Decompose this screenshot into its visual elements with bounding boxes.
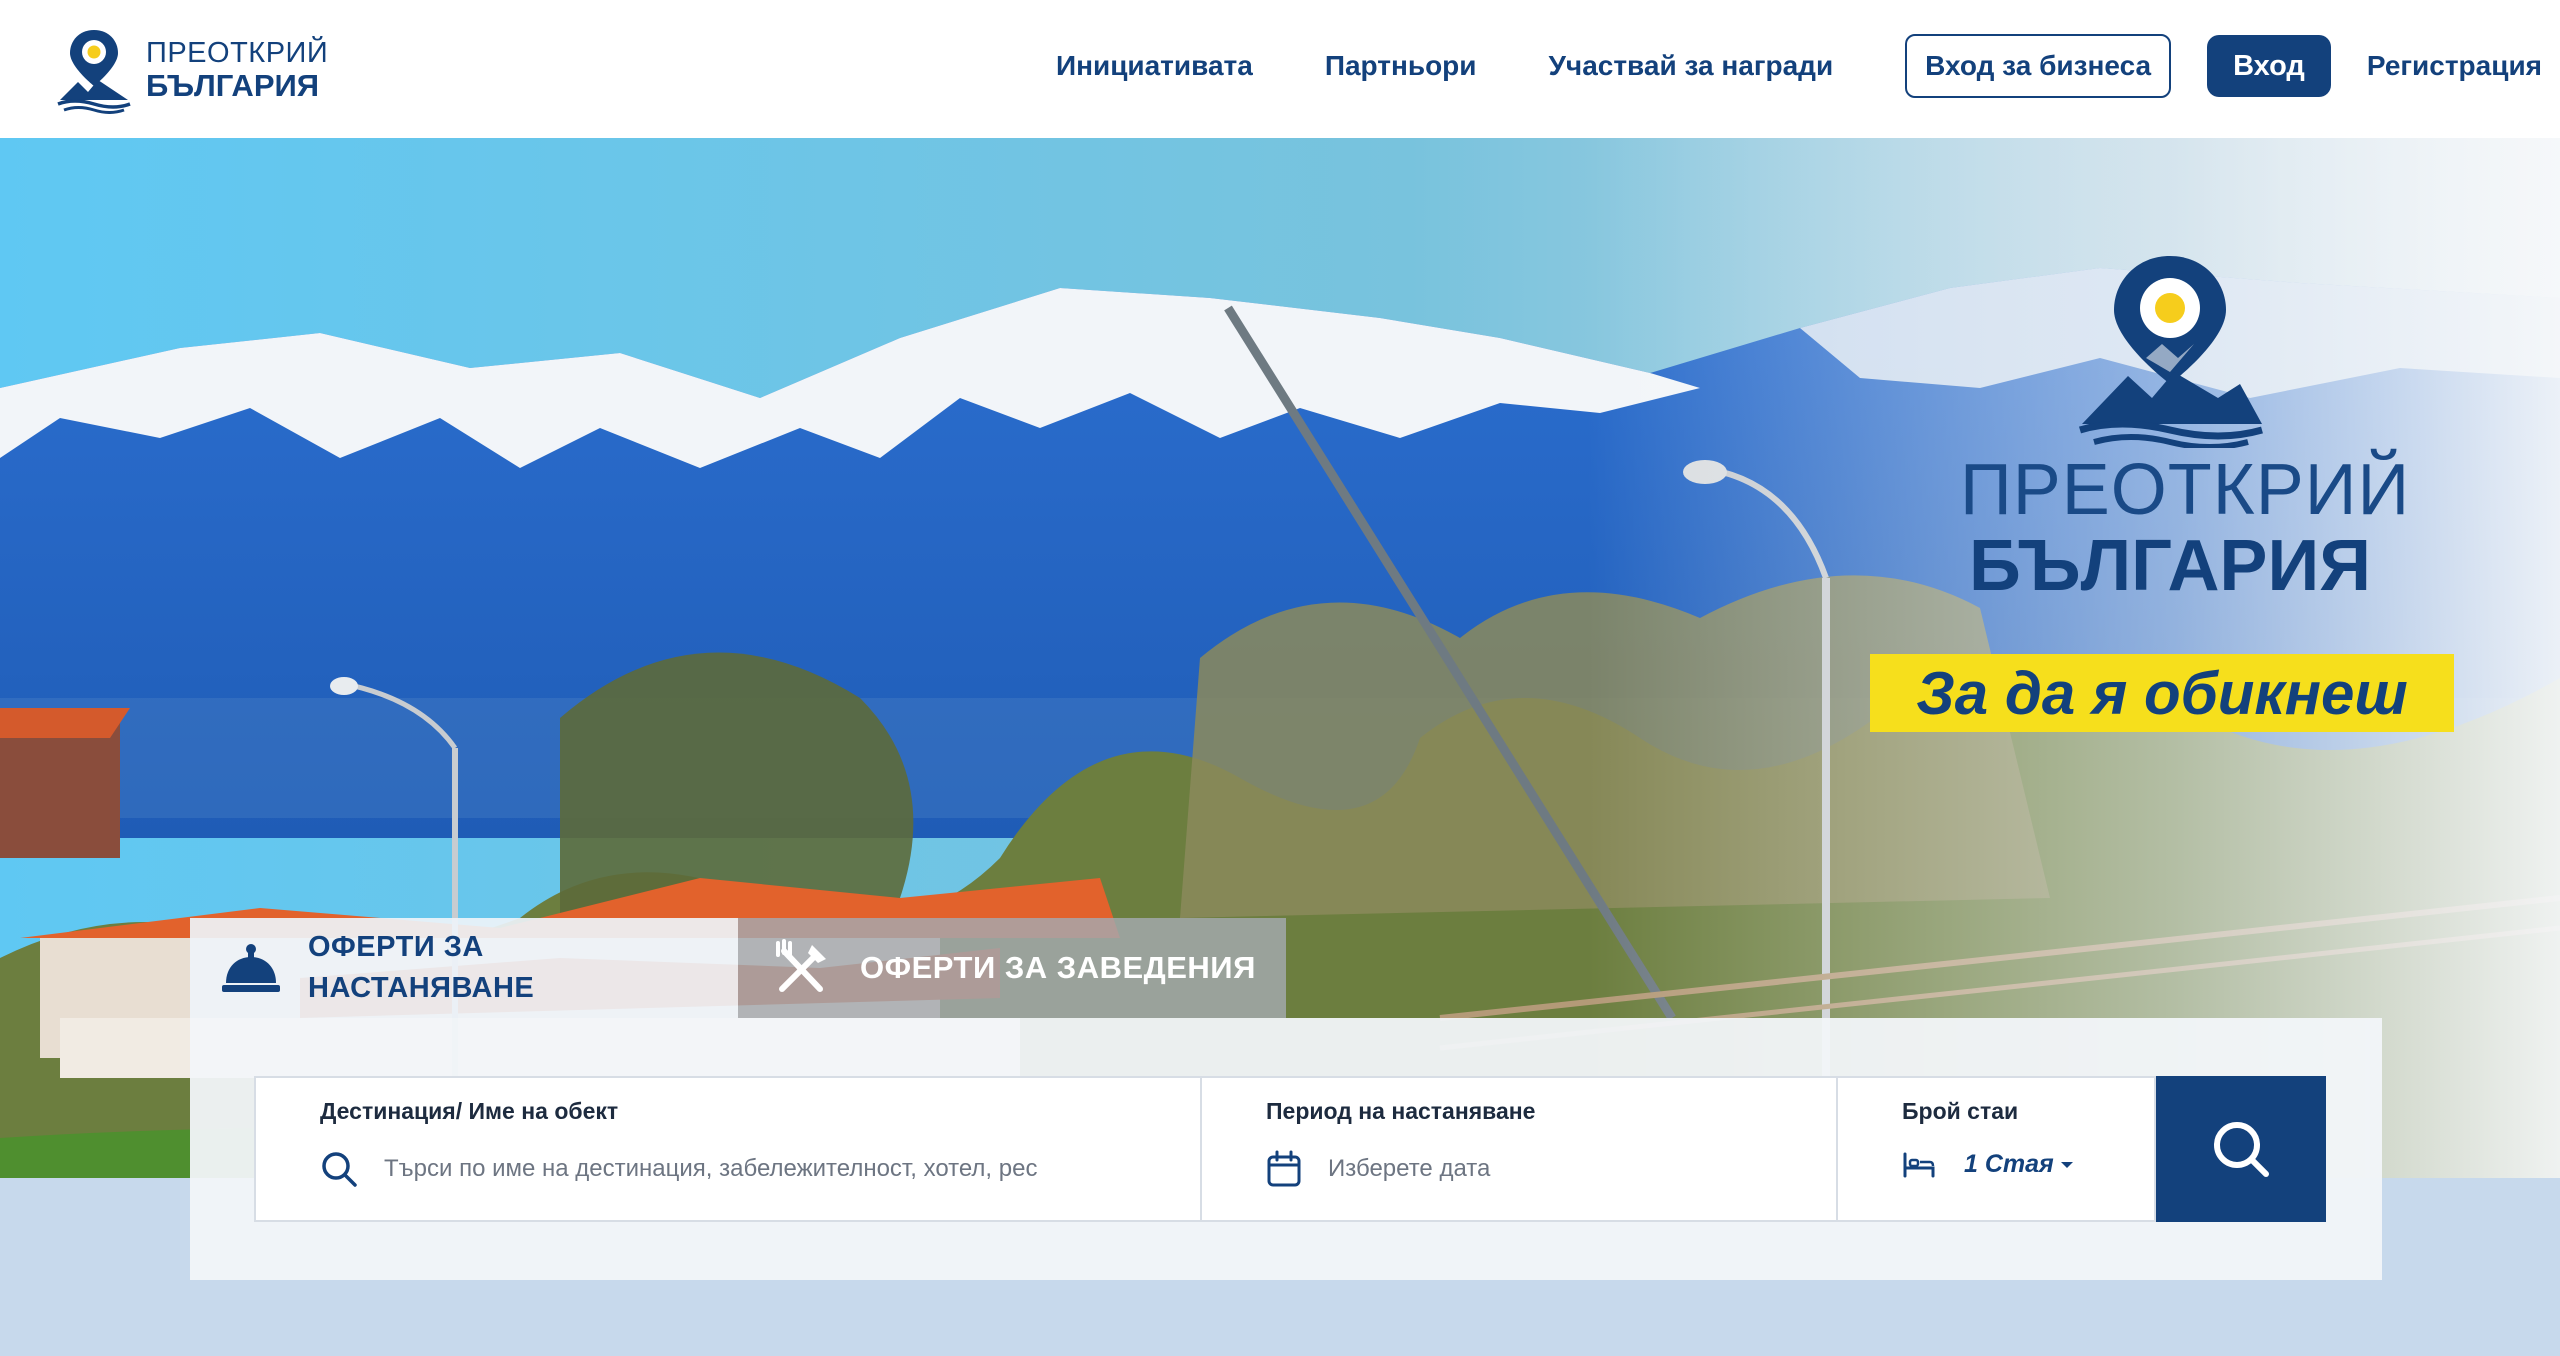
logo-pin-icon xyxy=(57,30,131,114)
business-login-button[interactable]: Вход за бизнеса xyxy=(1905,34,2172,98)
login-button[interactable]: Вход xyxy=(2207,35,2331,97)
tab-accommodation-label-line1: ОФЕРТИ ЗА xyxy=(308,931,484,964)
site-header: ПРЕОТКРИЙ БЪЛГАРИЯ Инициативата Партньор… xyxy=(0,0,2560,138)
rooms-select-value[interactable]: 1 Стая xyxy=(1964,1150,2054,1179)
tab-venue-label: ОФЕРТИ ЗА ЗАВЕДЕНИЯ xyxy=(860,950,1256,985)
hero-pin-icon xyxy=(2078,256,2263,448)
nav-initiative[interactable]: Инициативата xyxy=(1056,50,1253,82)
chevron-down-icon[interactable] xyxy=(2060,1160,2074,1170)
period-field[interactable]: Период на настаняване xyxy=(1202,1076,1838,1222)
hero-brand-logo: ПРЕОТКРИЙ БЪЛГАРИЯ xyxy=(1960,248,2411,606)
destination-field[interactable]: Дестинация/ Име на обект xyxy=(254,1076,1202,1222)
destination-label: Дестинация/ Име на обект xyxy=(320,1098,619,1124)
period-input[interactable] xyxy=(1328,1155,1728,1183)
tab-accommodation-label-line2: НАСТАНЯВАНЕ xyxy=(308,972,535,1004)
hero-logo-line2: БЪЛГАРИЯ xyxy=(1969,526,2371,606)
nav-partners[interactable]: Партньори xyxy=(1325,50,1477,82)
hero-tagline: За да я обикнеш xyxy=(1870,654,2454,732)
offer-tabs: ОФЕРТИ ЗА НАСТАНЯВАНЕ ОФЕРТИ ЗА ЗАВЕДЕНИ… xyxy=(190,918,1286,1018)
search-icon xyxy=(322,1152,357,1187)
register-link[interactable]: Регистрация xyxy=(2367,50,2542,82)
fork-knife-icon xyxy=(776,939,826,992)
search-form: Дестинация/ Име на обект Период на наста… xyxy=(254,1076,2326,1222)
search-button[interactable] xyxy=(2156,1076,2326,1222)
nav-prizes[interactable]: Участвай за награди xyxy=(1549,50,1834,82)
tab-accommodation-offers[interactable]: ОФЕРТИ ЗА НАСТАНЯВАНЕ xyxy=(190,918,738,1018)
calendar-icon xyxy=(1267,1150,1301,1187)
brand-name-line2: БЪЛГАРИЯ xyxy=(146,68,320,103)
bed-icon xyxy=(1903,1152,1935,1177)
search-icon xyxy=(2214,1122,2269,1177)
brand-logo[interactable]: ПРЕОТКРИЙ БЪЛГАРИЯ xyxy=(54,26,328,114)
hero-logo-line1: ПРЕОТКРИЙ xyxy=(1960,450,2411,530)
rooms-label: Брой стаи xyxy=(1902,1098,2019,1124)
brand-name-line1: ПРЕОТКРИЙ xyxy=(146,37,329,69)
main-nav: Инициативата Партньори Участвай за награ… xyxy=(1020,33,2542,99)
reception-bell-icon xyxy=(222,944,280,992)
period-label: Период на настаняване xyxy=(1266,1098,1536,1124)
destination-input[interactable] xyxy=(384,1155,1116,1183)
rooms-field[interactable]: Брой стаи 1 Стая xyxy=(1838,1076,2156,1222)
tab-venue-offers[interactable]: ОФЕРТИ ЗА ЗАВЕДЕНИЯ xyxy=(738,918,1286,1018)
